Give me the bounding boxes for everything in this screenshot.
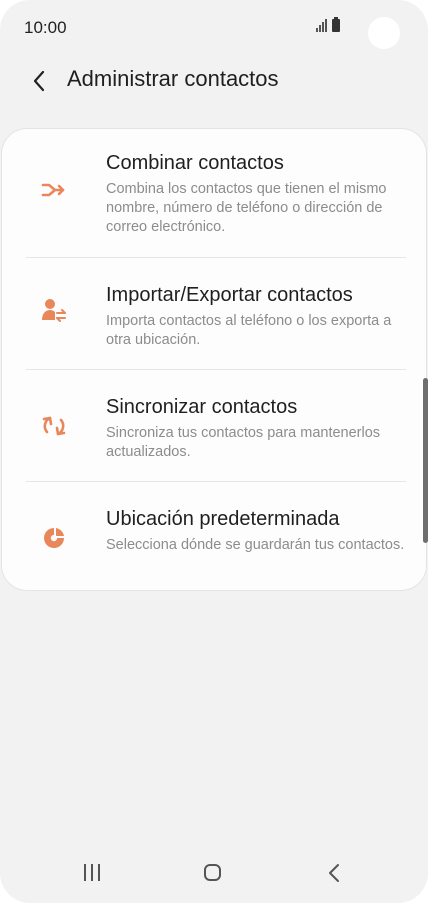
item-title: Sincronizar contactos <box>106 396 298 418</box>
page-title: Administrar contactos <box>67 66 279 91</box>
back-arrow-icon <box>33 70 45 92</box>
list-item-sync-contacts[interactable]: Sincronizar contactos Sincroniza tus con… <box>2 370 428 481</box>
item-title: Ubicación predeterminada <box>106 508 340 530</box>
item-description: Importa contactos al teléfono o los expo… <box>106 313 392 348</box>
status-time: 10:00 <box>24 18 67 37</box>
home-button[interactable] <box>204 864 221 881</box>
scrollbar-handle[interactable] <box>423 378 428 543</box>
item-title: Importar/Exportar contactos <box>106 284 353 306</box>
back-button[interactable] <box>24 64 54 98</box>
nav-back-button[interactable] <box>326 862 342 884</box>
options-card: Combinar contactos Combina los contactos… <box>1 128 427 591</box>
list-item-default-location[interactable]: Ubicación predeterminada Selecciona dónd… <box>2 482 428 590</box>
list-item-import-export[interactable]: Importar/Exportar contactos Importa cont… <box>2 258 428 369</box>
list-item-combine-contacts[interactable]: Combinar contactos Combina los contactos… <box>2 129 428 257</box>
status-icons <box>316 17 340 32</box>
recents-button[interactable] <box>84 864 104 882</box>
item-description: Combina los contactos que tienen el mism… <box>106 181 387 235</box>
phone-screen: 10:00 Administrar contactos Combinar con… <box>0 0 428 903</box>
nav-back-icon <box>329 864 339 882</box>
item-description: Selecciona dónde se guardarán tus contac… <box>106 537 405 553</box>
item-title: Combinar contactos <box>106 152 284 174</box>
merge-icon <box>40 176 68 204</box>
item-description: Sincroniza tus contactos para mantenerlo… <box>106 425 381 460</box>
import-export-icon <box>40 296 68 324</box>
storage-location-icon <box>40 524 68 552</box>
signal-icon <box>316 19 327 32</box>
battery-icon <box>332 17 340 32</box>
recents-icon <box>84 864 86 881</box>
camera-cutout <box>368 17 400 49</box>
sync-icon <box>40 412 68 440</box>
